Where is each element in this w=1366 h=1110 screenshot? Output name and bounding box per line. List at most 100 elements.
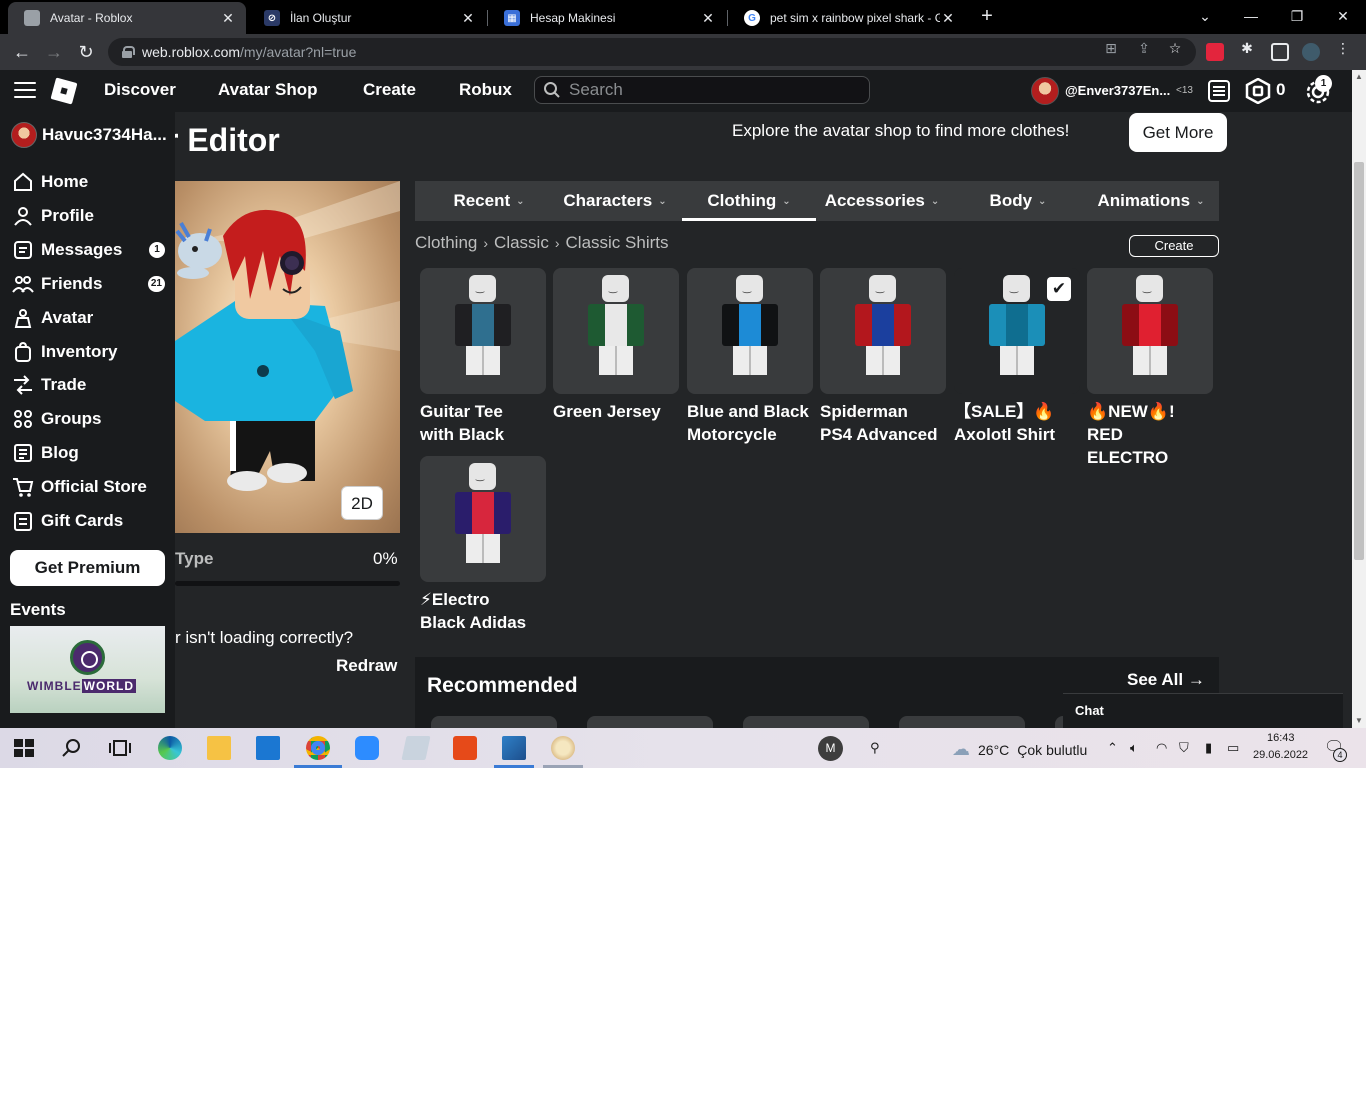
item-thumbnail[interactable] xyxy=(1087,268,1213,394)
tab-animations[interactable]: Animations ⌄ xyxy=(1091,181,1211,221)
sidebar-item-profile[interactable]: Profile xyxy=(11,202,167,230)
item-name[interactable]: Green Jersey xyxy=(553,400,680,423)
item-name[interactable]: 【SALE】🔥 Axolotl Shirt xyxy=(954,400,1081,446)
extension-shield-icon[interactable] xyxy=(1206,43,1224,61)
avatar-preview[interactable] xyxy=(175,181,400,533)
taskbar-search-icon[interactable] xyxy=(60,736,84,760)
address-bar[interactable]: web.roblox.com/my/avatar?nl=true xyxy=(108,38,1196,66)
item-name[interactable]: ⚡Electro Black Adidas xyxy=(420,588,547,634)
share-icon[interactable]: ⇪ xyxy=(1135,40,1153,58)
item-thumbnail[interactable] xyxy=(420,456,546,582)
mail-icon[interactable] xyxy=(256,736,280,760)
paint-icon[interactable] xyxy=(551,736,575,760)
sidebar-item-groups[interactable]: Groups xyxy=(11,405,167,433)
chrome-icon[interactable] xyxy=(306,736,330,760)
close-window-button[interactable]: ✕ xyxy=(1329,4,1357,28)
item-thumbnail[interactable] xyxy=(553,268,679,394)
close-tab-icon[interactable]: ✕ xyxy=(940,10,956,27)
nav-avatar-shop[interactable]: Avatar Shop xyxy=(218,80,318,100)
item-card[interactable]: Green Jersey xyxy=(553,268,680,423)
browser-tab-ilan[interactable]: ⊘ İlan Oluştur ✕ xyxy=(248,2,486,34)
forward-button[interactable]: → xyxy=(42,40,66,64)
breadcrumb-clothing[interactable]: Clothing xyxy=(415,233,477,253)
meet-now-avatar[interactable]: M xyxy=(818,736,843,761)
browser-tab-google[interactable]: G pet sim x rainbow pixel shark - G ✕ xyxy=(728,2,966,34)
sidebar-item-gift-cards[interactable]: Gift Cards xyxy=(11,507,167,535)
item-card[interactable]: Blue and Black Motorcycle xyxy=(687,268,814,446)
create-button[interactable]: Create xyxy=(1129,235,1219,257)
page-scrollbar[interactable]: ▲ ▼ xyxy=(1352,70,1366,728)
tray-chevron-up-icon[interactable]: ⌃ xyxy=(1107,740,1118,756)
office-icon[interactable] xyxy=(453,736,477,760)
nav-user-avatar[interactable] xyxy=(1031,77,1059,105)
breadcrumb-classic-shirts[interactable]: Classic Shirts xyxy=(566,233,669,253)
nav-username[interactable]: @Enver3737En... xyxy=(1065,83,1170,98)
item-thumbnail[interactable] xyxy=(820,268,946,394)
reload-button[interactable]: ↻ xyxy=(74,40,98,64)
search-box[interactable] xyxy=(534,76,870,104)
nav-create[interactable]: Create xyxy=(363,80,416,100)
sidebar-item-friends[interactable]: Friends 21 xyxy=(11,270,167,298)
roblox-studio-icon[interactable] xyxy=(401,736,431,760)
item-thumbnail[interactable] xyxy=(420,268,546,394)
item-card[interactable]: ✔ 【SALE】🔥 Axolotl Shirt xyxy=(954,268,1081,446)
sidebar-item-messages[interactable]: Messages 1 xyxy=(11,236,167,264)
browser-tab-calculator[interactable]: ▦ Hesap Makinesi ✕ xyxy=(488,2,726,34)
nav-discover[interactable]: Discover xyxy=(104,80,176,100)
scale-type-slider[interactable] xyxy=(175,581,400,586)
tab-body[interactable]: Body ⌄ xyxy=(973,181,1063,221)
clock-date[interactable]: 29.06.2022 xyxy=(1253,749,1308,761)
nav-robux[interactable]: Robux xyxy=(459,80,512,100)
tab-recent[interactable]: Recent ⌄ xyxy=(431,181,547,221)
item-name[interactable]: 🔥NEW🔥! RED ELECTRO xyxy=(1087,400,1214,469)
item-thumbnail[interactable]: ✔ xyxy=(954,268,1080,394)
search-input[interactable] xyxy=(569,80,859,100)
security-shield-icon[interactable]: ⛉ xyxy=(1179,740,1189,756)
chrome-menu-icon[interactable]: ⋮ xyxy=(1334,40,1352,58)
profile-avatar-icon[interactable] xyxy=(1302,43,1320,61)
item-name[interactable]: Blue and Black Motorcycle xyxy=(687,400,814,446)
scroll-up-arrow-icon[interactable]: ▲ xyxy=(1352,70,1366,84)
notifications-list-icon[interactable] xyxy=(1207,79,1231,103)
item-name[interactable]: Spiderman PS4 Advanced xyxy=(820,400,947,446)
tab-accessories[interactable]: Accessories ⌄ xyxy=(818,181,946,221)
scrollbar-thumb[interactable] xyxy=(1354,162,1364,560)
tab-characters[interactable]: Characters ⌄ xyxy=(555,181,675,221)
robux-icon[interactable] xyxy=(1245,78,1271,104)
microphone-icon[interactable]: ▮ xyxy=(1205,740,1212,756)
new-tab-button[interactable]: + xyxy=(976,5,998,27)
toggle-2d-button[interactable]: 2D xyxy=(341,486,383,520)
item-card[interactable]: 🔥NEW🔥! RED ELECTRO xyxy=(1087,268,1214,469)
sidebar-item-official-store[interactable]: Official Store xyxy=(11,473,167,501)
side-panel-icon[interactable] xyxy=(1271,43,1289,61)
back-button[interactable]: ← xyxy=(10,40,34,64)
file-explorer-icon[interactable] xyxy=(207,736,231,760)
redraw-link[interactable]: Redraw xyxy=(336,656,397,676)
sidebar-item-trade[interactable]: Trade xyxy=(11,371,167,399)
clock-time[interactable]: 16:43 xyxy=(1267,732,1295,744)
scroll-down-arrow-icon[interactable]: ▼ xyxy=(1352,714,1366,728)
edge-browser-icon[interactable] xyxy=(158,736,182,760)
translate-icon[interactable]: ⊞ xyxy=(1102,40,1120,58)
minimize-button[interactable]: — xyxy=(1237,4,1265,28)
windows-start-icon[interactable] xyxy=(12,736,36,760)
browser-tab-avatar[interactable]: Avatar - Roblox ✕ xyxy=(8,2,246,34)
sidebar-item-inventory[interactable]: Inventory xyxy=(11,338,167,366)
item-name[interactable]: Guitar Tee with Black xyxy=(420,400,547,446)
sidebar-item-avatar[interactable]: Avatar xyxy=(11,304,167,332)
extensions-puzzle-icon[interactable]: ✱ xyxy=(1238,40,1256,58)
bookmark-star-icon[interactable]: ☆ xyxy=(1166,40,1184,58)
people-icon[interactable]: ⚲ xyxy=(870,740,880,756)
sidebar-item-home[interactable]: Home xyxy=(11,168,167,196)
item-thumbnail[interactable] xyxy=(687,268,813,394)
chat-bar[interactable]: Chat xyxy=(1063,693,1343,728)
get-premium-button[interactable]: Get Premium xyxy=(10,550,165,586)
roblox-logo-icon[interactable] xyxy=(50,77,78,105)
volume-icon[interactable]: 🔈︎ xyxy=(1130,740,1138,756)
see-all-link[interactable]: See All → xyxy=(1127,670,1205,690)
item-card[interactable]: Spiderman PS4 Advanced xyxy=(820,268,947,446)
item-card[interactable]: ⚡Electro Black Adidas xyxy=(420,456,547,634)
robux-balance[interactable]: 0 xyxy=(1276,80,1285,100)
item-card[interactable]: Guitar Tee with Black xyxy=(420,268,547,446)
breadcrumb-classic[interactable]: Classic xyxy=(494,233,549,253)
